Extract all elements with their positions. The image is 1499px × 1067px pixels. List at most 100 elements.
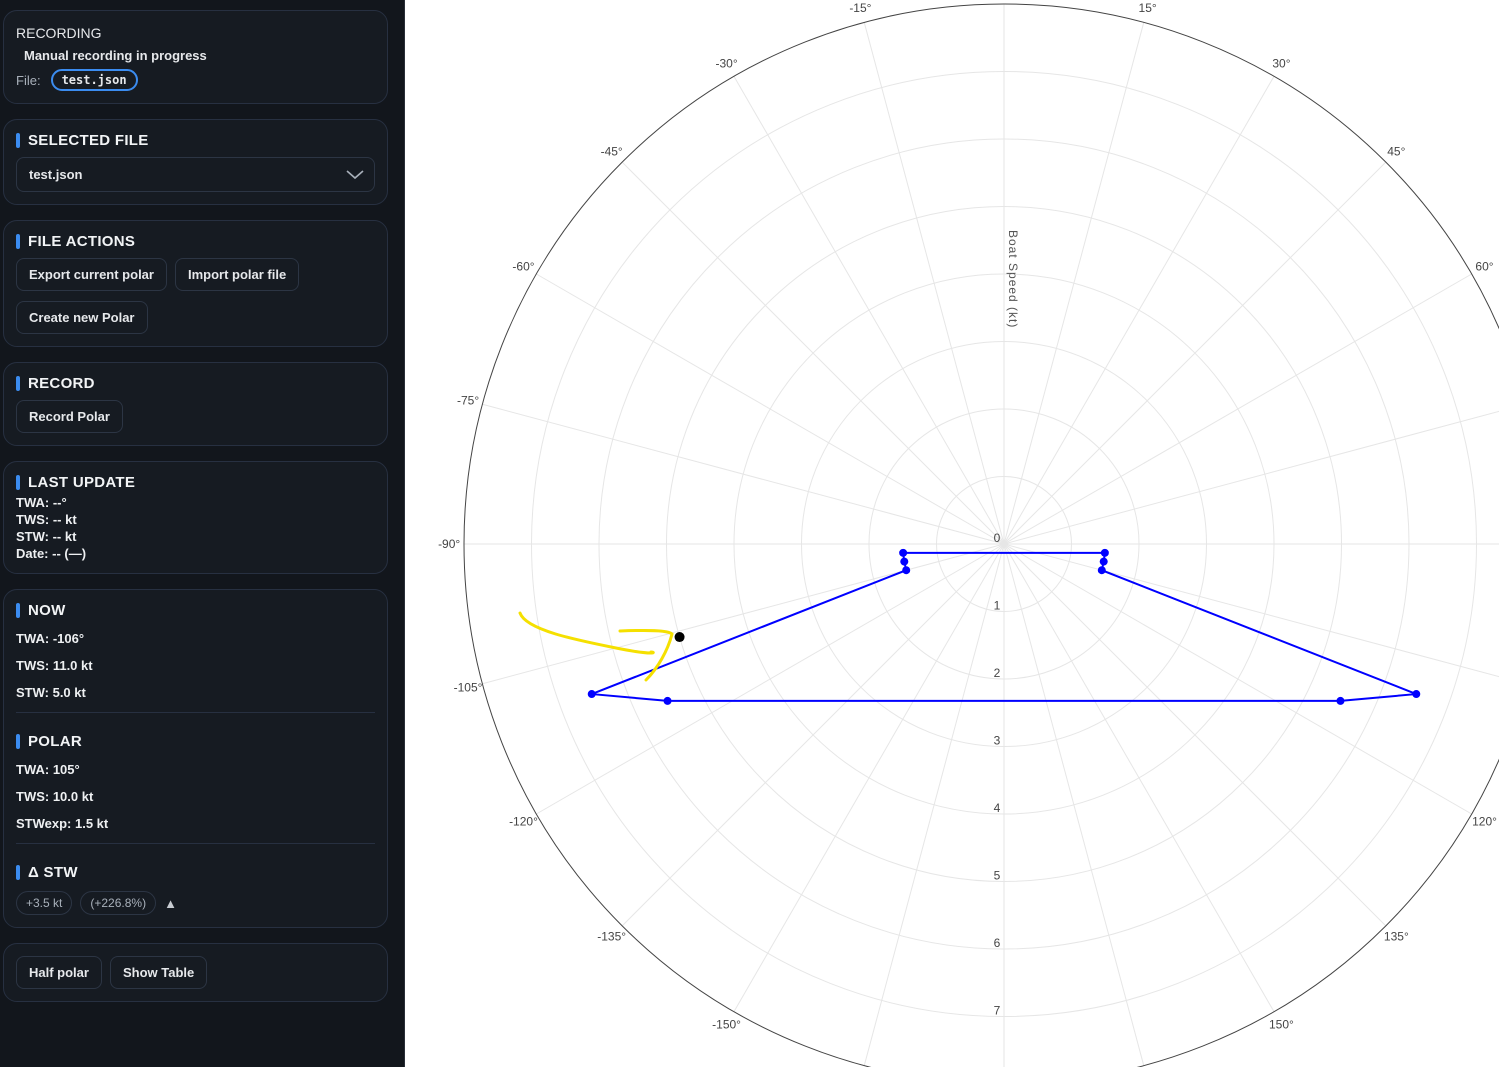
record-title: RECORD (28, 375, 95, 392)
radial-tick-label: 3 (994, 734, 1001, 748)
recording-status: Manual recording in progress (24, 48, 207, 63)
series-point (1412, 690, 1421, 699)
angular-gridline (536, 543, 1005, 815)
show-table-button[interactable]: Show Table (109, 956, 208, 989)
record-polar-button[interactable]: Record Polar (16, 400, 123, 433)
angular-tick-label: 30° (1272, 56, 1290, 70)
angular-gridline (863, 22, 1005, 545)
angular-tick-label: -45° (601, 145, 623, 159)
polar-chart[interactable]: 15°30°45°60°75°90°105°120°135°150°165°18… (406, 0, 1499, 1067)
sidebar: RECORDING Manual recording in progress F… (0, 0, 405, 1067)
import-polar-button[interactable]: Import polar file (174, 258, 300, 291)
last-tws: TWS: -- kt (16, 512, 77, 527)
angular-gridline (1003, 273, 1472, 545)
last-stw: STW: -- kt (16, 529, 77, 544)
last-date: Date: -- (—) (16, 546, 87, 561)
angular-gridline (1003, 543, 1472, 815)
file-select[interactable]: test.json (16, 157, 375, 192)
last-twa: TWA: --° (16, 495, 67, 510)
radial-tick-label: 4 (994, 801, 1001, 815)
polar-outline (463, 3, 1499, 1067)
polar-stwexp: STWexp: 1.5 kt (16, 816, 109, 831)
record-card: RECORD Record Polar (3, 362, 388, 446)
radial-axis-title: Boat Speed (kt) (1006, 230, 1020, 328)
chevron-down-icon (346, 169, 364, 179)
angular-tick-label: 120° (1472, 814, 1497, 828)
series-point (1099, 557, 1108, 566)
radial-tick-label: 1 (994, 599, 1001, 613)
recording-file-badge: test.json (50, 69, 138, 91)
radial-tick-label: 0 (994, 531, 1001, 545)
angular-tick-label: -90° (438, 537, 460, 551)
create-polar-button[interactable]: Create new Polar (16, 301, 148, 334)
angular-tick-label: 45° (1387, 145, 1405, 159)
angular-gridline (1003, 76, 1275, 545)
angular-gridline (536, 273, 1005, 545)
angular-tick-label: -150° (712, 1018, 741, 1032)
angular-tick-label: 15° (1139, 1, 1157, 15)
angular-gridline (1003, 22, 1145, 545)
now-stw: STW: 5.0 kt (16, 685, 86, 700)
recording-card: RECORDING Manual recording in progress F… (3, 10, 388, 104)
series-point (899, 548, 908, 557)
angular-gridline (482, 543, 1005, 685)
angular-gridline (863, 543, 1005, 1066)
polar-plot: 15°30°45°60°75°90°105°120°135°150°165°18… (438, 1, 1499, 1067)
angular-gridline (733, 543, 1005, 1012)
polar-twa: TWA: 105° (16, 762, 80, 777)
selected-file-card: SELECTED FILE test.json (3, 119, 388, 205)
angular-gridline (733, 76, 1005, 545)
angular-gridline (1003, 410, 1499, 545)
polar-title: POLAR (28, 733, 82, 750)
series-point (587, 690, 596, 699)
angular-tick-label: -135° (597, 929, 626, 943)
now-twa: TWA: -106° (16, 631, 85, 646)
angular-tick-label: -105° (454, 681, 483, 695)
view-card: Half polar Show Table (3, 943, 388, 1002)
export-polar-button[interactable]: Export current polar (16, 258, 167, 291)
angular-tick-label: -15° (849, 1, 871, 15)
angular-tick-label: -120° (509, 814, 538, 828)
series-point (900, 557, 909, 566)
delta-pct: (+226.8%) (80, 891, 157, 915)
trend-up-icon: ▲ (164, 895, 177, 911)
file-select-value: test.json (29, 167, 83, 182)
angular-tick-label: -60° (512, 260, 534, 274)
angular-gridline (1003, 161, 1387, 545)
now-title: NOW (28, 602, 66, 619)
file-label: File: (16, 72, 41, 88)
angular-gridline (1003, 543, 1499, 678)
delta-abs: +3.5 kt (16, 891, 73, 915)
series-point (663, 696, 672, 705)
angular-gridline (482, 403, 1005, 545)
polar-tws: TWS: 10.0 kt (16, 789, 94, 804)
angular-tick-label: 150° (1269, 1018, 1294, 1032)
radial-tick-label: 7 (994, 1004, 1001, 1018)
now-tws: TWS: 11.0 kt (16, 658, 93, 673)
current-position-marker (674, 632, 685, 643)
file-actions-title: FILE ACTIONS (28, 233, 136, 250)
angular-tick-label: 60° (1475, 260, 1493, 274)
series-point (1100, 548, 1109, 557)
angular-gridline (1003, 543, 1275, 1012)
radial-tick-label: 6 (994, 936, 1001, 950)
series-point (902, 566, 911, 575)
series-point (1336, 696, 1345, 705)
angular-gridline (621, 543, 1005, 927)
angular-gridline (621, 161, 1005, 545)
series-point (1097, 566, 1106, 575)
live-card: NOW TWA: -106° TWS: 11.0 kt STW: 5.0 kt … (3, 589, 388, 928)
recording-title: RECORDING (16, 25, 102, 41)
angular-tick-label: -75° (457, 393, 479, 407)
angular-tick-label: 135° (1384, 929, 1409, 943)
selected-file-title: SELECTED FILE (28, 132, 149, 149)
angular-gridline (1003, 543, 1387, 927)
radial-tick-label: 5 (994, 869, 1001, 883)
angular-gridline (1003, 543, 1145, 1066)
delta-title: Δ STW (28, 864, 78, 881)
file-actions-card: FILE ACTIONS Export current polar Import … (3, 220, 388, 347)
radial-tick-label: 2 (994, 666, 1001, 680)
last-update-title: LAST UPDATE (28, 474, 136, 491)
angular-tick-label: -30° (715, 56, 737, 70)
half-polar-button[interactable]: Half polar (16, 956, 102, 989)
